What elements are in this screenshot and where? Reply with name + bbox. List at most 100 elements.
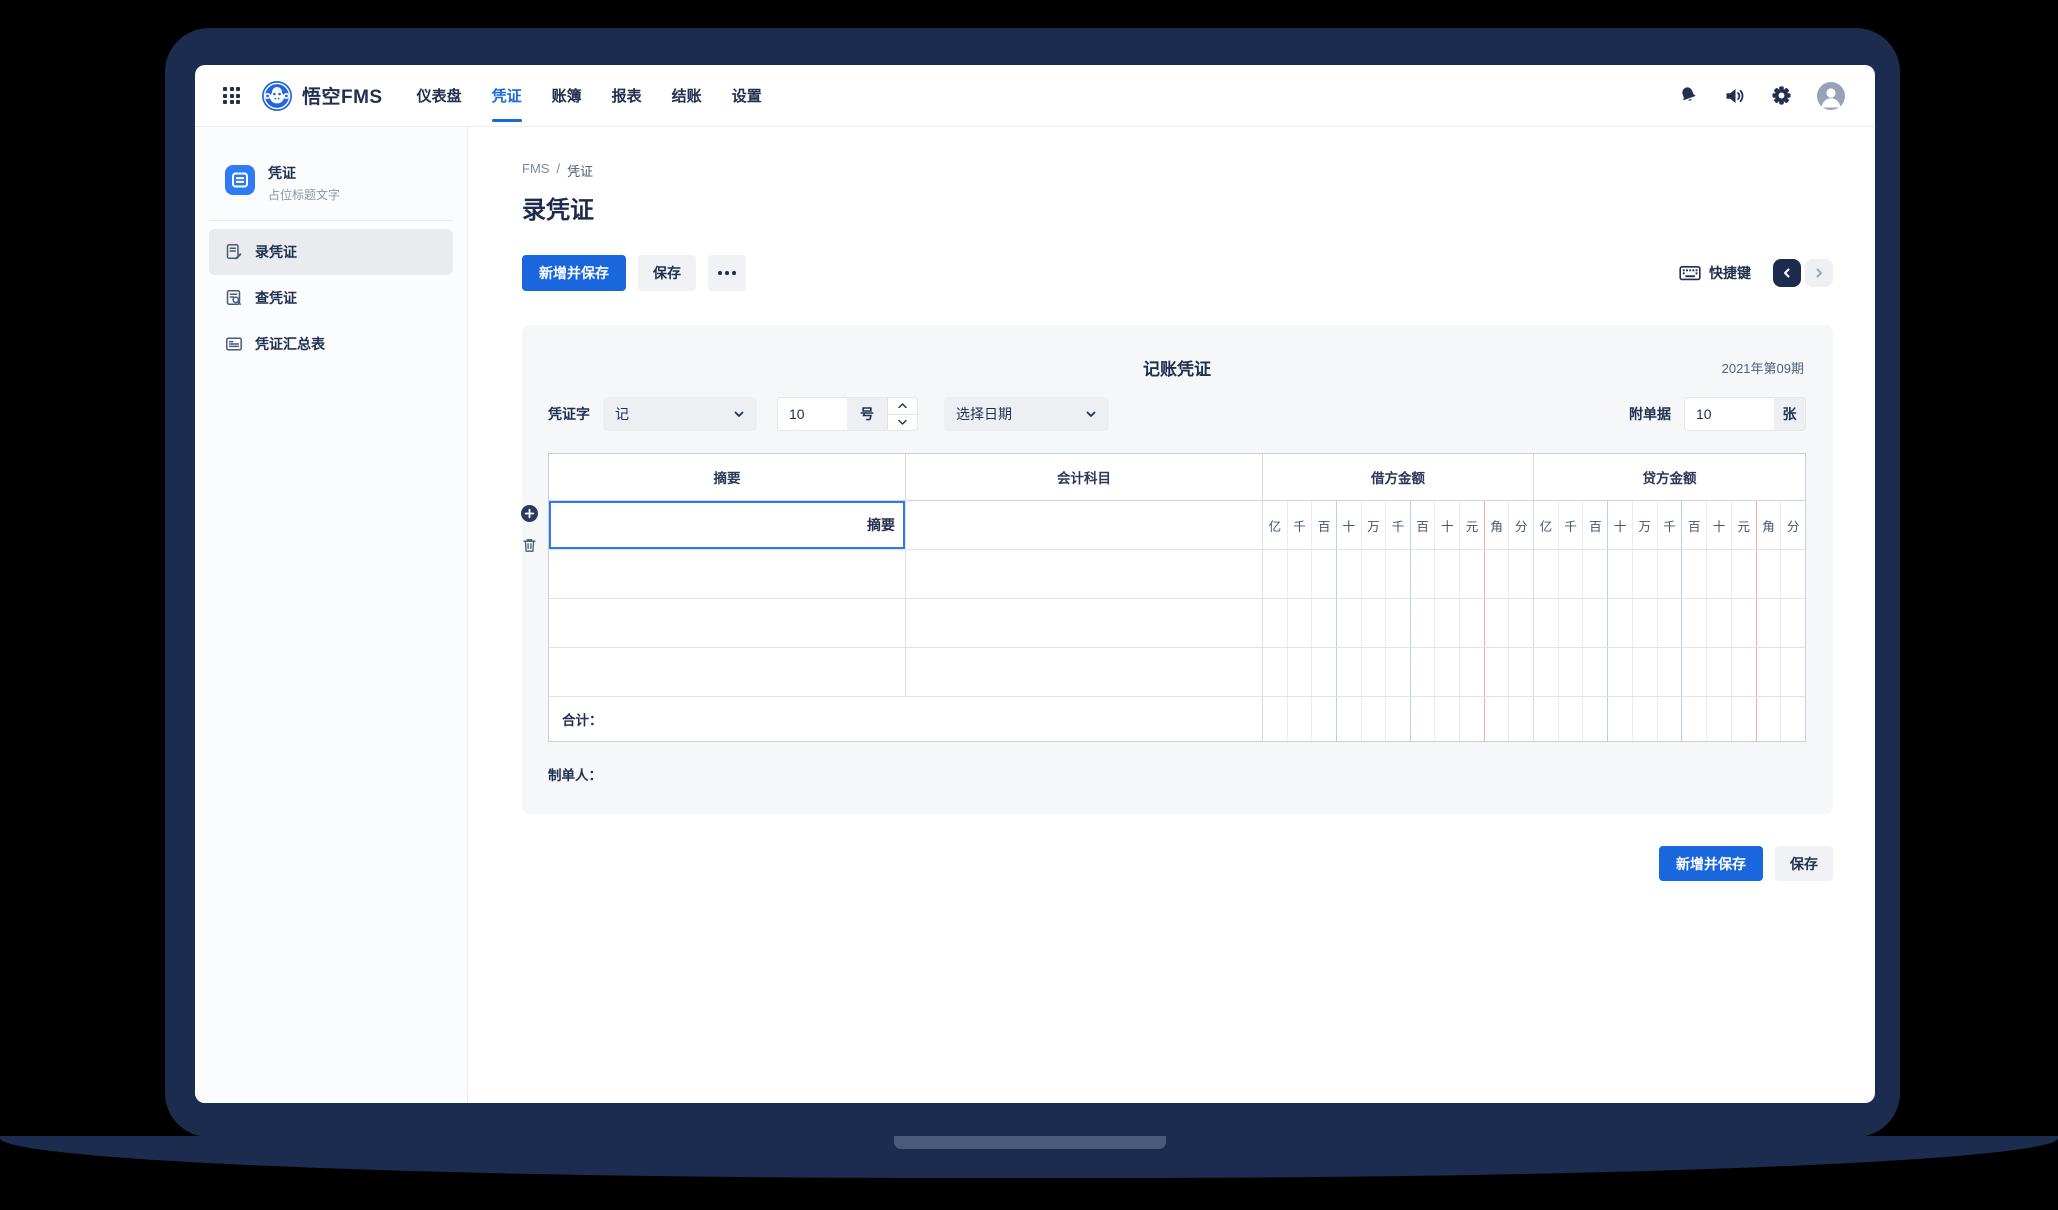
amount-digit-cell[interactable] [1732,599,1757,647]
amount-digit-cell[interactable] [1633,697,1658,741]
amount-digit-cell[interactable] [1509,550,1533,598]
amount-digit-cell[interactable] [1337,550,1362,598]
add-and-save-button[interactable]: 新增并保存 [522,255,626,291]
amount-digit-cell[interactable] [1435,599,1460,647]
amount-digit-cell[interactable] [1707,697,1732,741]
amount-digit-cell[interactable] [1460,599,1485,647]
amount-digit-cell[interactable] [1633,550,1658,598]
amount-digit-cell[interactable] [1337,697,1362,741]
amount-digit-cell[interactable] [1608,599,1633,647]
amount-digit-cell[interactable] [1362,697,1387,741]
amount-digit-cell[interactable] [1534,648,1559,696]
prev-voucher-button[interactable] [1773,259,1801,287]
summary-cell[interactable] [549,599,906,647]
voucher-word-select[interactable]: 记 [603,397,757,431]
amount-digit-cell[interactable] [1386,550,1411,598]
more-actions-button[interactable] [708,255,746,291]
delete-row-icon[interactable] [522,537,537,553]
amount-digit-cell[interactable] [1460,697,1485,741]
amount-digit-cell[interactable] [1460,648,1485,696]
amount-digit-cell[interactable] [1559,697,1584,741]
voucher-number-input[interactable]: 10 [778,398,847,430]
amount-digit-cell[interactable] [1485,697,1510,741]
summary-cell[interactable] [549,648,906,696]
settings-gear-icon[interactable] [1771,85,1792,106]
amount-digit-cell[interactable] [1757,697,1782,741]
amount-digit-cell[interactable] [1263,550,1288,598]
amount-digit-cell[interactable] [1583,599,1608,647]
user-avatar[interactable] [1817,82,1845,110]
amount-digit-cell[interactable] [1559,648,1584,696]
nav-item-dashboard[interactable]: 仪表盘 [417,65,462,126]
amount-digit-cell[interactable] [1386,599,1411,647]
amount-digit-cell[interactable] [1312,550,1337,598]
subject-cell[interactable] [906,648,1263,696]
amount-digit-cell[interactable] [1707,599,1732,647]
amount-digit-cell[interactable] [1658,697,1683,741]
subject-cell[interactable] [906,550,1263,598]
amount-digit-cell[interactable] [1411,599,1436,647]
amount-digit-cell[interactable] [1460,550,1485,598]
amount-digit-cell[interactable] [1682,550,1707,598]
amount-digit-cell[interactable] [1781,599,1805,647]
amount-digit-cell[interactable] [1435,550,1460,598]
amount-digit-cell[interactable] [1509,599,1533,647]
amount-digit-cell[interactable] [1263,648,1288,696]
nav-item-reports[interactable]: 报表 [612,65,642,126]
amount-digit-cell[interactable] [1312,599,1337,647]
amount-digit-cell[interactable] [1682,697,1707,741]
volume-icon[interactable] [1724,86,1746,106]
save-button[interactable]: 保存 [638,255,696,291]
amount-digit-cell[interactable] [1435,648,1460,696]
amount-digit-cell[interactable] [1583,697,1608,741]
amount-digit-cell[interactable] [1509,648,1533,696]
amount-digit-cell[interactable] [1485,550,1510,598]
sidebar-item-voucher-summary[interactable]: 凭证汇总表 [209,321,453,367]
add-row-icon[interactable] [521,505,538,522]
amount-digit-cell[interactable] [1288,648,1313,696]
amount-digit-cell[interactable] [1411,648,1436,696]
amount-digit-cell[interactable] [1633,599,1658,647]
amount-digit-cell[interactable] [1312,648,1337,696]
amount-digit-cell[interactable] [1534,697,1559,741]
amount-digit-cell[interactable] [1485,648,1510,696]
amount-digit-cell[interactable] [1732,697,1757,741]
breadcrumb-root[interactable]: FMS [522,161,549,180]
subject-cell[interactable] [906,599,1263,647]
amount-digit-cell[interactable] [1263,697,1288,741]
amount-digit-cell[interactable] [1707,648,1732,696]
amount-digit-cell[interactable] [1707,550,1732,598]
subject-cell[interactable] [906,501,1263,549]
amount-digit-cell[interactable] [1386,648,1411,696]
amount-digit-cell[interactable] [1534,599,1559,647]
amount-digit-cell[interactable] [1781,697,1805,741]
amount-digit-cell[interactable] [1757,550,1782,598]
amount-digit-cell[interactable] [1658,550,1683,598]
amount-digit-cell[interactable] [1658,599,1683,647]
apps-grid-icon[interactable] [223,87,240,104]
amount-digit-cell[interactable] [1485,599,1510,647]
sidebar-item-find-voucher[interactable]: 查凭证 [209,275,453,321]
brand[interactable]: 悟空FMS [262,81,383,111]
amount-digit-cell[interactable] [1337,599,1362,647]
amount-digit-cell[interactable] [1559,599,1584,647]
footer-add-and-save-button[interactable]: 新增并保存 [1659,846,1763,881]
summary-input-cell[interactable]: 摘要 [549,501,906,549]
nav-item-voucher[interactable]: 凭证 [492,65,522,126]
amount-digit-cell[interactable] [1362,550,1387,598]
amount-digit-cell[interactable] [1658,648,1683,696]
amount-digit-cell[interactable] [1509,697,1533,741]
amount-digit-cell[interactable] [1608,550,1633,598]
amount-digit-cell[interactable] [1732,550,1757,598]
amount-digit-cell[interactable] [1583,648,1608,696]
amount-digit-cell[interactable] [1288,599,1313,647]
amount-digit-cell[interactable] [1362,599,1387,647]
amount-digit-cell[interactable] [1288,697,1313,741]
amount-digit-cell[interactable] [1362,648,1387,696]
amount-digit-cell[interactable] [1682,648,1707,696]
amount-digit-cell[interactable] [1534,550,1559,598]
amount-digit-cell[interactable] [1781,550,1805,598]
breadcrumb-current[interactable]: 凭证 [567,161,593,180]
amount-digit-cell[interactable] [1312,697,1337,741]
next-voucher-button[interactable] [1805,259,1833,287]
